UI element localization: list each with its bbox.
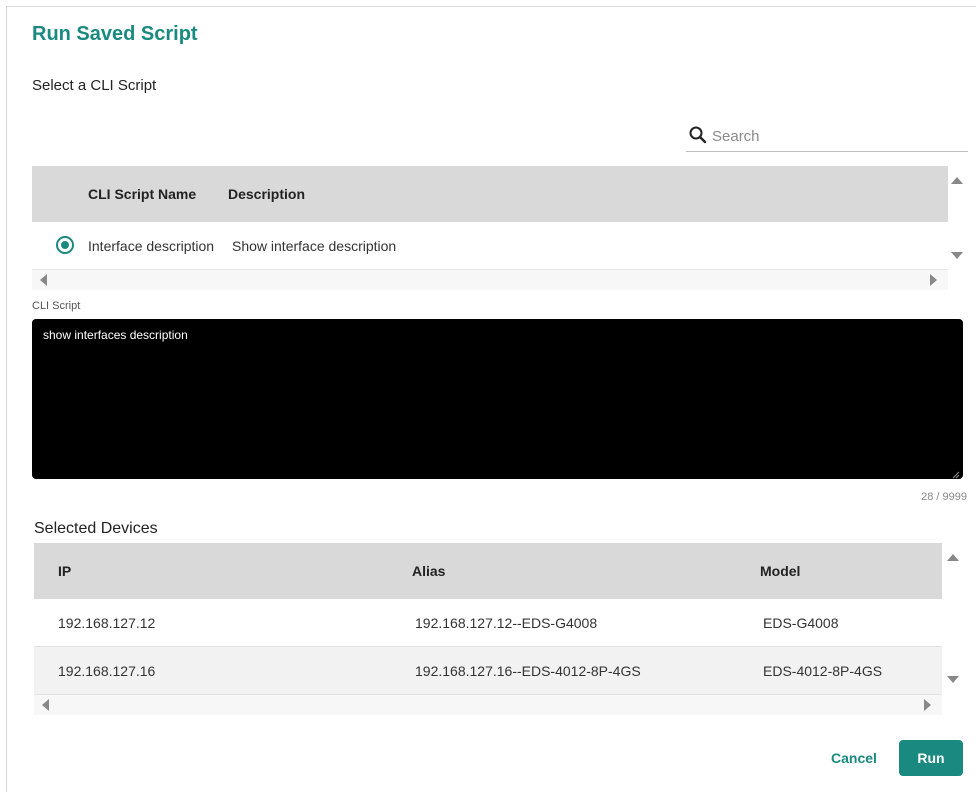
- scroll-down-icon[interactable]: [947, 676, 959, 683]
- script-name-cell: Interface description: [88, 238, 215, 254]
- script-table: CLI Script Name Description Interface de…: [32, 166, 948, 270]
- device-model-cell: EDS-4012-8P-4GS: [763, 663, 883, 679]
- scroll-up-icon[interactable]: [947, 554, 959, 561]
- scroll-left-icon[interactable]: [40, 274, 47, 286]
- device-alias-cell: 192.168.127.12--EDS-G4008: [415, 615, 598, 631]
- cli-script-content[interactable]: show interfaces description: [43, 328, 188, 342]
- cancel-button[interactable]: Cancel: [820, 741, 888, 775]
- table-row[interactable]: 192.168.127.12 192.168.127.12--EDS-G4008…: [34, 599, 942, 647]
- scroll-left-icon[interactable]: [42, 699, 49, 711]
- column-header-alias[interactable]: Alias: [412, 563, 445, 579]
- scroll-right-icon[interactable]: [930, 274, 937, 286]
- script-table-horizontal-scrollbar[interactable]: [32, 270, 948, 290]
- scroll-right-icon[interactable]: [924, 699, 931, 711]
- script-description-cell: Show interface description: [232, 238, 397, 254]
- column-header-script-name[interactable]: CLI Script Name: [88, 186, 196, 202]
- script-table-vertical-scrollbar[interactable]: [949, 166, 965, 270]
- script-table-header: CLI Script Name Description: [32, 166, 948, 222]
- search-input[interactable]: [710, 124, 964, 148]
- column-header-ip[interactable]: IP: [58, 563, 71, 579]
- device-ip-cell: 192.168.127.16: [58, 663, 156, 679]
- resize-handle-icon[interactable]: [952, 468, 960, 479]
- section-title-selected-devices: Selected Devices: [34, 520, 158, 537]
- devices-table-header: IP Alias Model: [34, 543, 942, 599]
- script-radio-selected[interactable]: [56, 236, 74, 254]
- dialog-title: Run Saved Script: [32, 23, 198, 45]
- device-ip-cell: 192.168.127.12: [58, 615, 156, 631]
- scroll-up-icon[interactable]: [951, 177, 963, 184]
- character-counter: 28 / 9999: [921, 491, 967, 503]
- search-icon: [688, 125, 708, 145]
- search-box[interactable]: [686, 118, 968, 152]
- device-alias-cell: 192.168.127.16--EDS-4012-8P-4GS: [415, 663, 641, 679]
- devices-table: IP Alias Model 192.168.127.12 192.168.12…: [34, 543, 942, 695]
- table-row[interactable]: 192.168.127.16 192.168.127.16--EDS-4012-…: [34, 647, 942, 695]
- column-header-model[interactable]: Model: [760, 563, 800, 579]
- table-row[interactable]: Interface description Show interface des…: [32, 222, 948, 270]
- run-button[interactable]: Run: [899, 740, 963, 776]
- column-header-description[interactable]: Description: [228, 186, 305, 202]
- devices-table-vertical-scrollbar[interactable]: [945, 543, 961, 695]
- device-model-cell: EDS-G4008: [763, 615, 839, 631]
- cli-script-editor[interactable]: show interfaces description: [32, 319, 963, 479]
- cli-script-label: CLI Script: [32, 300, 81, 312]
- devices-table-horizontal-scrollbar[interactable]: [34, 695, 942, 715]
- scroll-down-icon[interactable]: [951, 252, 963, 259]
- section-title-select-script: Select a CLI Script: [32, 77, 157, 94]
